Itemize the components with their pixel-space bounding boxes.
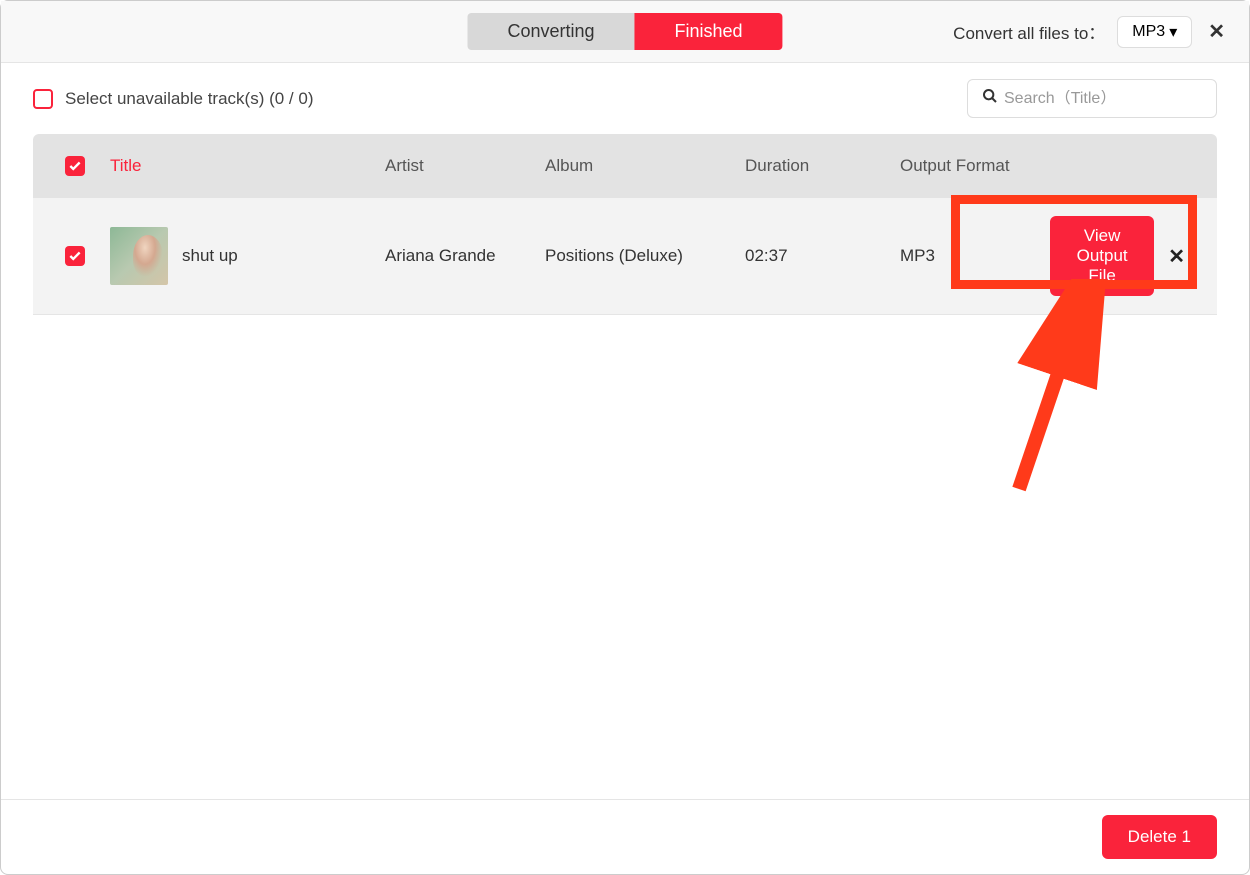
table-row[interactable]: shut up Ariana Grande Positions (Deluxe)… xyxy=(33,198,1217,315)
format-value: MP3 xyxy=(1132,23,1165,41)
column-title[interactable]: Title xyxy=(110,156,385,176)
search-input[interactable] xyxy=(1004,90,1211,108)
chevron-down-icon: ▾ xyxy=(1169,22,1177,42)
tab-converting[interactable]: Converting xyxy=(467,13,634,50)
header-right: Convert all files to： MP3 ▾ ✕ xyxy=(953,15,1229,48)
convert-all-label: Convert all files to： xyxy=(953,19,1105,44)
track-title: shut up xyxy=(182,246,238,266)
select-unavailable-label: Select unavailable track(s) (0 / 0) xyxy=(65,89,314,109)
row-checkbox[interactable] xyxy=(65,246,85,266)
search-icon xyxy=(982,88,998,109)
column-artist[interactable]: Artist xyxy=(385,156,545,176)
footer: Delete 1 xyxy=(1,799,1249,874)
close-icon[interactable]: ✕ xyxy=(1204,15,1229,48)
column-album[interactable]: Album xyxy=(545,156,745,176)
track-format: MP3 xyxy=(900,246,1050,266)
header-bar: Converting Finished Convert all files to… xyxy=(1,1,1249,63)
delete-button[interactable]: Delete 1 xyxy=(1102,815,1217,859)
track-duration: 02:37 xyxy=(745,246,900,266)
album-art xyxy=(110,227,168,285)
remove-row-icon[interactable]: ✕ xyxy=(1168,244,1185,269)
tabs-container: Converting Finished xyxy=(467,13,782,50)
view-output-button[interactable]: View Output File xyxy=(1050,216,1154,296)
track-album: Positions (Deluxe) xyxy=(545,246,745,266)
column-duration[interactable]: Duration xyxy=(745,156,900,176)
track-artist: Ariana Grande xyxy=(385,246,545,266)
table-header: Title Artist Album Duration Output Forma… xyxy=(33,134,1217,198)
select-unavailable-checkbox[interactable] xyxy=(33,89,53,109)
column-format[interactable]: Output Format xyxy=(900,156,1050,176)
search-box[interactable] xyxy=(967,79,1217,118)
format-select[interactable]: MP3 ▾ xyxy=(1117,16,1192,48)
toolbar: Select unavailable track(s) (0 / 0) xyxy=(1,63,1249,134)
select-all-checkbox[interactable] xyxy=(65,156,85,176)
tab-finished[interactable]: Finished xyxy=(635,13,783,50)
